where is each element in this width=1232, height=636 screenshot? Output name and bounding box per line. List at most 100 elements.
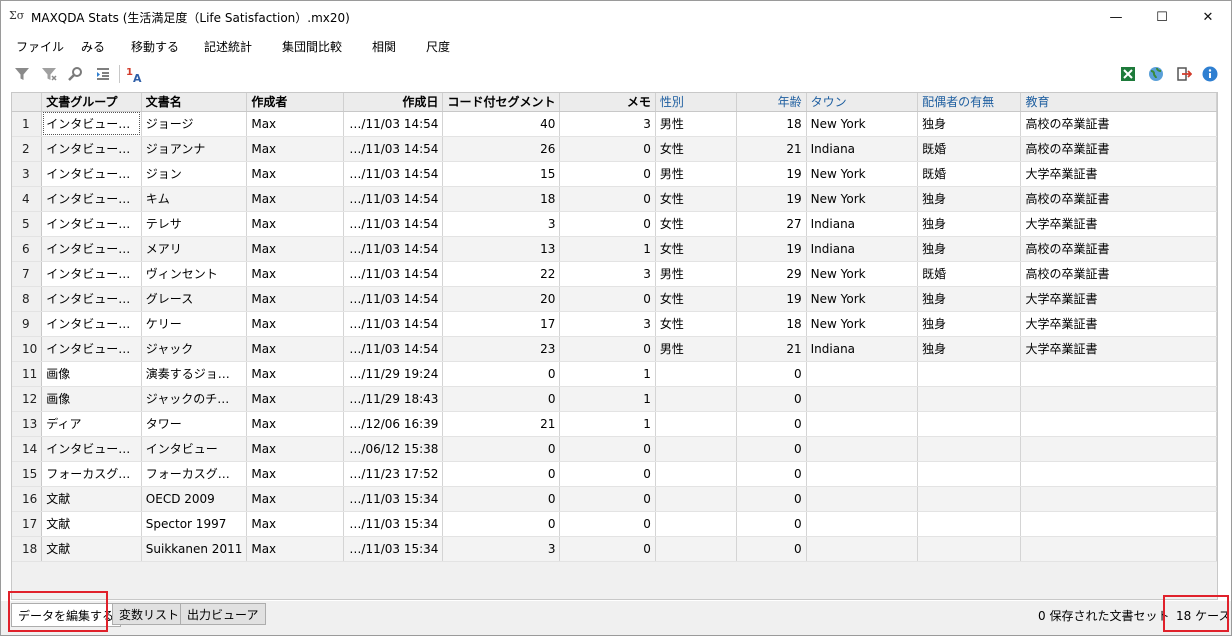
cell-created[interactable]: …/06/12 15:38 <box>343 436 444 462</box>
col-header-education[interactable]: 教育 <box>1020 93 1217 112</box>
col-header-age[interactable]: 年齢 <box>736 93 807 112</box>
col-header-created[interactable]: 作成日 <box>343 93 444 112</box>
row-number[interactable]: 12 <box>12 386 43 412</box>
cell-document-group[interactable]: 画像 <box>41 361 142 387</box>
filter-button[interactable] <box>12 64 32 84</box>
globe-button[interactable] <box>1146 64 1166 84</box>
table-row[interactable]: 3 インタビュー… ジョン Max …/11/03 14:54 15 0 男性 19 New Yo… <box>12 161 1217 187</box>
cell-created[interactable]: …/11/23 17:52 <box>343 461 444 487</box>
cell-created[interactable]: …/11/03 15:34 <box>343 511 444 537</box>
cell-age[interactable]: 0 <box>736 536 807 562</box>
cell-coded-segments[interactable]: 13 <box>442 236 561 262</box>
cell-gender[interactable] <box>655 461 738 487</box>
cell-town[interactable] <box>806 511 919 537</box>
cell-age[interactable]: 0 <box>736 361 807 387</box>
col-header-author[interactable]: 作成者 <box>246 93 344 112</box>
cell-document-name[interactable]: メアリ <box>141 236 248 262</box>
cell-document-name[interactable]: 演奏するジョ… <box>141 361 248 387</box>
cell-town[interactable]: Indiana <box>806 136 919 162</box>
cell-memo[interactable]: 0 <box>559 136 656 162</box>
cell-education[interactable]: 大学卒業証書 <box>1020 311 1217 337</box>
cell-gender[interactable]: 男性 <box>655 161 738 187</box>
cell-education[interactable] <box>1020 511 1217 537</box>
cell-created[interactable]: …/11/03 14:54 <box>343 311 444 337</box>
menu-descriptive[interactable]: 記述統計 <box>204 38 252 55</box>
cell-town[interactable]: New York <box>806 161 919 187</box>
cell-memo[interactable]: 0 <box>559 511 656 537</box>
cell-memo[interactable]: 0 <box>559 286 656 312</box>
cell-document-name[interactable]: OECD 2009 <box>141 486 248 512</box>
cell-coded-segments[interactable]: 21 <box>442 411 561 437</box>
cell-marital-status[interactable] <box>917 411 1022 437</box>
cell-age[interactable]: 0 <box>736 461 807 487</box>
cell-document-group[interactable]: インタビュー… <box>41 336 142 362</box>
menu-correlation[interactable]: 相関 <box>372 38 396 55</box>
row-number[interactable]: 1 <box>12 111 43 137</box>
table-row[interactable]: 7 インタビュー… ヴィンセント Max …/11/03 14:54 22 3 男性 29 New… <box>12 261 1217 287</box>
row-number[interactable]: 14 <box>12 436 43 462</box>
row-number[interactable]: 11 <box>12 361 43 387</box>
menu-file[interactable]: ファイル <box>16 38 64 55</box>
cell-author[interactable]: Max <box>246 411 344 437</box>
cell-age[interactable]: 0 <box>736 386 807 412</box>
col-header-document-group[interactable]: 文書グループ <box>41 93 142 112</box>
cell-created[interactable]: …/11/03 14:54 <box>343 211 444 237</box>
maximize-button[interactable]: ☐ <box>1139 1 1185 33</box>
cell-document-group[interactable]: 文献 <box>41 511 142 537</box>
tab-variable-list[interactable]: 変数リスト <box>112 603 187 625</box>
cell-document-name[interactable]: グレース <box>141 286 248 312</box>
cell-gender[interactable]: 男性 <box>655 111 738 137</box>
tab-output-viewer[interactable]: 出力ビューア <box>180 603 266 625</box>
cell-age[interactable]: 0 <box>736 411 807 437</box>
cell-author[interactable]: Max <box>246 436 344 462</box>
cell-town[interactable]: New York <box>806 261 919 287</box>
cell-created[interactable]: …/11/03 14:54 <box>343 136 444 162</box>
cell-gender[interactable] <box>655 511 738 537</box>
cell-created[interactable]: …/11/03 14:54 <box>343 236 444 262</box>
menu-view[interactable]: みる <box>81 38 105 55</box>
cell-memo[interactable]: 3 <box>559 261 656 287</box>
cell-document-group[interactable]: 文献 <box>41 486 142 512</box>
cell-memo[interactable]: 0 <box>559 186 656 212</box>
cell-education[interactable] <box>1020 386 1217 412</box>
row-number[interactable]: 18 <box>12 536 43 562</box>
cell-town[interactable] <box>806 411 919 437</box>
cell-document-group[interactable]: 画像 <box>41 386 142 412</box>
minimize-button[interactable]: — <box>1093 1 1139 33</box>
cell-marital-status[interactable] <box>917 436 1022 462</box>
cell-memo[interactable]: 0 <box>559 536 656 562</box>
sort-label-button[interactable]: 1A <box>125 64 145 84</box>
cell-document-name[interactable]: ケリー <box>141 311 248 337</box>
cell-document-name[interactable]: タワー <box>141 411 248 437</box>
cell-age[interactable]: 21 <box>736 136 807 162</box>
table-row[interactable]: 5 インタビュー… テレサ Max …/11/03 14:54 3 0 女性 27 Indiana… <box>12 211 1217 237</box>
table-row[interactable]: 13 ディア タワー Max …/12/06 16:39 21 1 0 <box>12 411 1217 437</box>
excel-export-button[interactable] <box>1118 64 1138 84</box>
cell-education[interactable]: 高校の卒業証書 <box>1020 261 1217 287</box>
cell-age[interactable]: 27 <box>736 211 807 237</box>
indent-list-button[interactable] <box>93 64 113 84</box>
cell-created[interactable]: …/11/29 18:43 <box>343 386 444 412</box>
cell-education[interactable] <box>1020 461 1217 487</box>
cell-coded-segments[interactable]: 18 <box>442 186 561 212</box>
cell-document-name[interactable]: キム <box>141 186 248 212</box>
cell-marital-status[interactable]: 既婚 <box>917 161 1022 187</box>
col-header-marital-status[interactable]: 配偶者の有無 <box>917 93 1022 112</box>
cell-coded-segments[interactable]: 23 <box>442 336 561 362</box>
row-number[interactable]: 15 <box>12 461 43 487</box>
cell-education[interactable] <box>1020 486 1217 512</box>
cell-coded-segments[interactable]: 26 <box>442 136 561 162</box>
cell-memo[interactable]: 0 <box>559 336 656 362</box>
cell-gender[interactable] <box>655 536 738 562</box>
row-number[interactable]: 5 <box>12 211 43 237</box>
cell-education[interactable]: 大学卒業証書 <box>1020 161 1217 187</box>
cell-age[interactable]: 0 <box>736 436 807 462</box>
row-number[interactable]: 16 <box>12 486 43 512</box>
cell-created[interactable]: …/11/03 15:34 <box>343 536 444 562</box>
cell-marital-status[interactable]: 既婚 <box>917 261 1022 287</box>
cell-created[interactable]: …/11/29 19:24 <box>343 361 444 387</box>
cell-document-group[interactable]: インタビュー… <box>41 111 142 137</box>
menu-group-comparison[interactable]: 集団間比較 <box>282 38 342 55</box>
cell-age[interactable]: 29 <box>736 261 807 287</box>
table-row[interactable]: 14 インタビュー… インタビュー Max …/06/12 15:38 0 0 0 <box>12 436 1217 462</box>
